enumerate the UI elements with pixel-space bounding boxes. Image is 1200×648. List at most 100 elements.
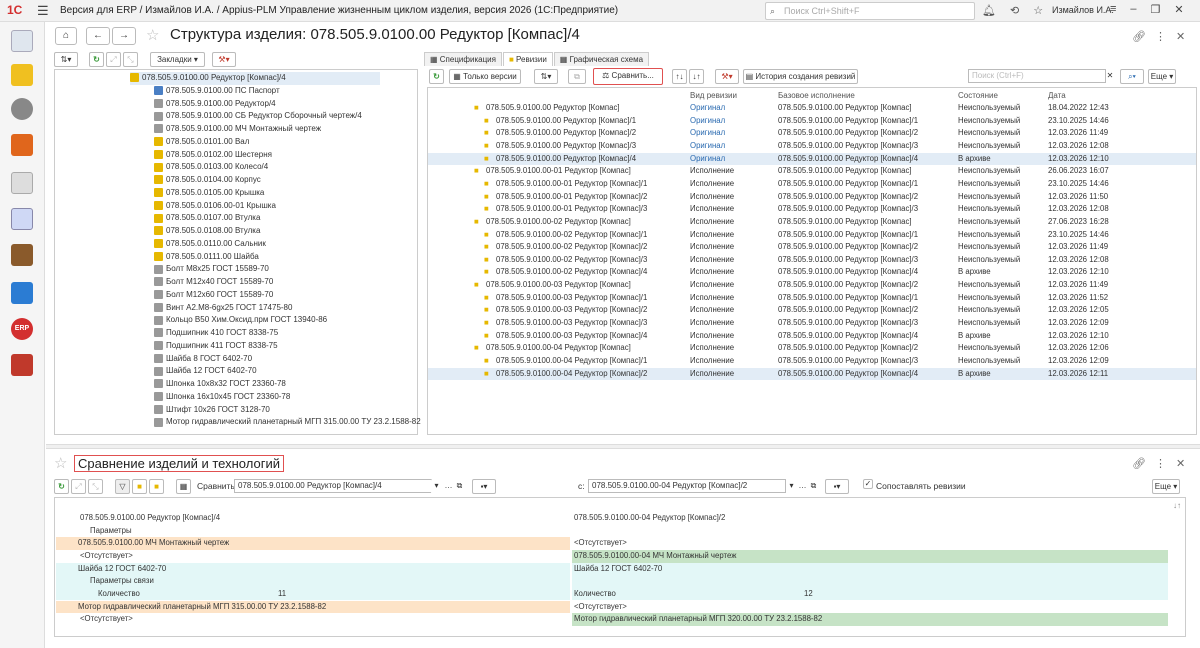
- desktop-icon[interactable]: [11, 30, 33, 52]
- compare-row-right[interactable]: [572, 575, 1168, 588]
- compare-row-right[interactable]: <Отсутствует>: [572, 537, 1168, 550]
- revision-row[interactable]: ■ 078.505.9.0100.00-03 Редуктор [Компас]/…: [428, 330, 1196, 343]
- tree-item[interactable]: 078.505.0.0103.00 Колесо/4: [154, 161, 268, 174]
- left-open-icon[interactable]: ⧉: [454, 479, 465, 494]
- revision-row[interactable]: ■ 078.505.9.0100.00-01 Редуктор [Компас]/…: [428, 191, 1196, 204]
- tree-item[interactable]: 078.505.0.0108.00 Втулка: [154, 225, 260, 238]
- tree-item[interactable]: 078.505.0.0102.00 Шестерня: [154, 149, 272, 162]
- printer-icon[interactable]: [11, 172, 33, 194]
- tree-item[interactable]: Подшипник 410 ГОСТ 8338-75: [154, 327, 278, 340]
- tab-graphic-scheme[interactable]: ▦ Графическая схема: [553, 52, 650, 66]
- revision-row[interactable]: ■ 078.505.9.0100.00-03 Редуктор [Компас] И…: [428, 279, 1196, 292]
- right-dropdown-icon[interactable]: ▾: [786, 479, 797, 494]
- favorite-star-icon[interactable]: ☆: [146, 26, 159, 44]
- tree-item[interactable]: 078.505.0.0105.00 Крышка: [154, 187, 264, 200]
- tree-item[interactable]: 078.505.0.0111.00 Шайба: [154, 251, 259, 264]
- filter-params-icon[interactable]: ■: [149, 479, 164, 494]
- col-header-base[interactable]: Базовое исполнение: [778, 89, 855, 102]
- compare-row-right[interactable]: Шайба 12 ГОСТ 6402-70: [572, 562, 1168, 576]
- calendar-icon[interactable]: ▦: [176, 479, 191, 494]
- compare-row-left[interactable]: 078.505.9.0100.00 МЧ Монтажный чертеж: [56, 537, 570, 550]
- compare-row-right[interactable]: Мотор гидравлический планетарный МГП 320…: [572, 613, 1168, 626]
- bookmarks-button[interactable]: Закладки ▾: [150, 52, 205, 67]
- compare-favorite-star-icon[interactable]: ☆: [54, 454, 67, 472]
- compare-more-vert-icon[interactable]: ⋮: [1155, 457, 1166, 470]
- revision-row[interactable]: ■ 078.505.9.0100.00-02 Редуктор [Компас]/…: [428, 266, 1196, 279]
- puzzle-icon[interactable]: [11, 282, 33, 304]
- filter-items-icon[interactable]: ■: [132, 479, 147, 494]
- compare-expand-icon[interactable]: ⤢: [71, 479, 86, 494]
- back-button[interactable]: ←: [86, 27, 110, 45]
- tree-item[interactable]: 078.505.9.0100.00 Редуктор/4: [154, 98, 276, 111]
- expand-icon[interactable]: ⤢: [106, 52, 121, 67]
- revision-row[interactable]: ■ 078.505.9.0100.00 Редуктор [Компас]/1 Ор…: [428, 115, 1196, 128]
- compare-collapse-icon[interactable]: ⤡: [88, 479, 103, 494]
- compare-button[interactable]: ⚖ Сравнить...: [593, 68, 663, 85]
- col-header-date[interactable]: Дата: [1048, 89, 1066, 102]
- tree-item[interactable]: 078.505.9.0100.00 ПС Паспорт: [154, 85, 280, 98]
- products-icon[interactable]: [11, 64, 33, 86]
- close-form-icon[interactable]: ✕: [1176, 30, 1185, 43]
- search-options-button[interactable]: ⌕▾: [1120, 69, 1144, 84]
- tree-item[interactable]: 078.505.9.0100.00 МЧ Монтажный чертеж: [154, 123, 321, 136]
- compare-close-icon[interactable]: ✕: [1176, 457, 1185, 470]
- compare-row-left[interactable]: Параметры: [56, 525, 570, 538]
- revision-row[interactable]: ■ 078.505.9.0100.00-01 Редуктор [Компас]/…: [428, 203, 1196, 216]
- revision-row[interactable]: ■ 078.505.9.0100.00-04 Редуктор [Компас]/…: [428, 355, 1196, 368]
- tree-item[interactable]: Мотор гидравлический планетарный МГП 315…: [154, 416, 421, 429]
- tree-item[interactable]: 078.505.9.0100.00 СБ Редуктор Сборочный …: [154, 110, 362, 123]
- erp-icon[interactable]: ERP: [11, 318, 33, 340]
- document-icon[interactable]: [11, 208, 33, 230]
- compare-left-field[interactable]: 078.505.9.0100.00 Редуктор [Компас]/4: [234, 479, 432, 493]
- compare-row-left[interactable]: <Отсутствует>: [56, 550, 570, 563]
- revision-history-button[interactable]: ▤ История создания ревизий: [743, 69, 858, 84]
- user-name[interactable]: Измайлов И.А.: [1052, 5, 1114, 15]
- match-revisions-checkbox[interactable]: ✓: [863, 479, 873, 489]
- compare-row-right[interactable]: Количество 12: [572, 587, 1168, 601]
- tab-specification[interactable]: ▦ Спецификация: [424, 52, 502, 66]
- sort-desc-icon[interactable]: ↓↑: [689, 69, 704, 84]
- revision-row[interactable]: ■ 078.505.9.0100.00-02 Редуктор [Компас]/…: [428, 254, 1196, 267]
- col-header-kind[interactable]: Вид ревизии: [690, 89, 737, 102]
- tools-menu-button[interactable]: ⚒▾: [715, 69, 739, 84]
- tree-item[interactable]: Шпонка 16x10x45 ГОСТ 23360-78: [154, 391, 290, 404]
- box-icon[interactable]: [11, 134, 33, 156]
- briefcase-icon[interactable]: [11, 244, 33, 266]
- tree-item[interactable]: 078.505.0.0110.00 Сальник: [154, 238, 266, 251]
- close-icon[interactable]: ✕: [1174, 3, 1183, 16]
- gears-icon[interactable]: [11, 98, 33, 120]
- clear-search-icon[interactable]: ✕: [1104, 69, 1116, 84]
- tree-item[interactable]: 078.505.0.0101.00 Вал: [154, 136, 249, 149]
- tree-item[interactable]: Болт М12x60 ГОСТ 15589-70: [154, 289, 273, 302]
- filter-icon[interactable]: ▽: [115, 479, 130, 494]
- tree-item[interactable]: Шайба 8 ГОСТ 6402-70: [154, 353, 252, 366]
- revision-row[interactable]: ■ 078.505.9.0100.00 Редуктор [Компас]/3 Ор…: [428, 140, 1196, 153]
- revisions-search-input[interactable]: Поиск (Ctrl+F): [968, 69, 1106, 83]
- tools-dropdown-button[interactable]: ⚒▾: [212, 52, 236, 67]
- col-header-state[interactable]: Состояние: [958, 89, 998, 102]
- right-options-button[interactable]: ▪▾: [825, 479, 849, 494]
- revision-row[interactable]: ■ 078.505.9.0100.00-02 Редуктор [Компас]/…: [428, 241, 1196, 254]
- more-vert-icon[interactable]: ⋮: [1155, 30, 1166, 43]
- sort-asc-icon[interactable]: ↑↓: [672, 69, 687, 84]
- left-options-button[interactable]: ▪▾: [472, 479, 496, 494]
- revision-row[interactable]: ■ 078.505.9.0100.00-04 Редуктор [Компас] И…: [428, 342, 1196, 355]
- compare-refresh-icon[interactable]: ↻: [54, 479, 69, 494]
- tree-item[interactable]: Штифт 10x26 ГОСТ 3128-70: [154, 404, 270, 417]
- revision-row[interactable]: ■ 078.505.9.0100.00-02 Редуктор [Компас]/…: [428, 229, 1196, 242]
- global-search-input[interactable]: ⌕ Поиск Ctrl+Shift+F: [765, 2, 975, 20]
- home-button[interactable]: ⌂: [55, 27, 77, 45]
- minimize-icon[interactable]: –: [1130, 3, 1136, 16]
- compare-row-right[interactable]: 078.505.9.0100.00-04 Редуктор [Компас]/2: [572, 512, 1168, 525]
- settings-icon[interactable]: ≡: [1110, 3, 1116, 16]
- tree-item[interactable]: 078.505.0.0104.00 Корпус: [154, 174, 261, 187]
- star-icon[interactable]: ☆: [1033, 4, 1043, 17]
- forward-button[interactable]: →: [112, 27, 136, 45]
- tree-item[interactable]: Кольцо B50 Хим.Оксид.прм ГОСТ 13940-86: [154, 314, 327, 327]
- compare-right-field[interactable]: 078.505.9.0100.00-04 Редуктор [Компас]/2: [588, 479, 786, 493]
- revision-row[interactable]: ■ 078.505.9.0100.00-02 Редуктор [Компас] И…: [428, 216, 1196, 229]
- compare-row-left[interactable]: Параметры связи: [56, 575, 570, 588]
- revision-row[interactable]: ■ 078.505.9.0100.00-03 Редуктор [Компас]/…: [428, 304, 1196, 317]
- compare-link-icon[interactable]: 🔗︎: [1132, 457, 1146, 470]
- compare-row-left[interactable]: Шайба 12 ГОСТ 6402-70: [56, 562, 570, 576]
